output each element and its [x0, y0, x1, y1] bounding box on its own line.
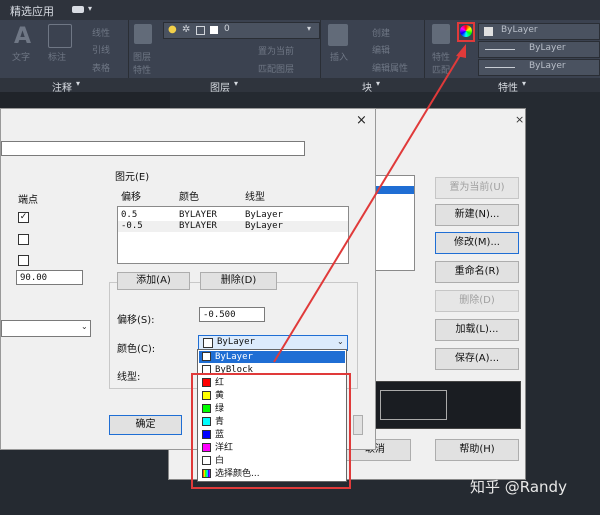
annotation-arrow-head	[456, 44, 466, 58]
annotation-arrow-line	[273, 51, 463, 363]
watermark: 知乎 @Randy	[470, 478, 567, 496]
annotation-arrow	[273, 44, 466, 363]
